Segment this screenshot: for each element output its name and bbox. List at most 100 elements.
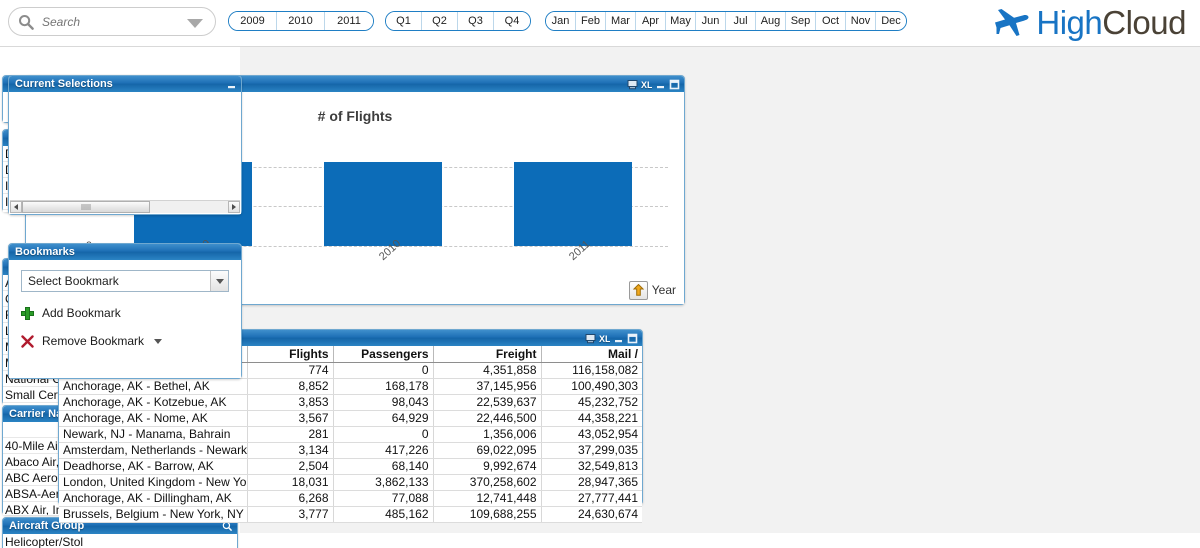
table-cell[interactable]: 109,688,255 xyxy=(433,506,542,523)
month-option-mar[interactable]: Mar xyxy=(606,12,636,30)
month-selector[interactable]: Jan Feb Mar Apr May Jun Jul Aug Sep Oct Nov Dec xyxy=(545,11,907,31)
table-cell[interactable]: 6,268 xyxy=(247,490,334,507)
table-row[interactable]: London, United Kingdom - New Yor... 18,03… xyxy=(59,474,642,491)
export-to-excel-icon[interactable]: XL xyxy=(641,79,652,90)
table-cell[interactable]: 370,258,602 xyxy=(433,474,542,491)
minimize-icon[interactable] xyxy=(226,79,237,90)
table-cell[interactable]: Anchorage, AK - Kotzebue, AK xyxy=(59,394,248,411)
chart-bar[interactable] xyxy=(514,161,632,246)
scroll-right-button[interactable] xyxy=(228,201,240,213)
chevron-down-icon[interactable] xyxy=(154,338,163,344)
month-option-jan[interactable]: Jan xyxy=(546,12,576,30)
table-cell[interactable]: 44,358,221 xyxy=(541,410,642,427)
chart-bar[interactable] xyxy=(324,161,442,246)
table-cell[interactable]: 37,145,956 xyxy=(433,378,542,395)
table-row[interactable]: Amsterdam, Netherlands - Newark,... 3,134… xyxy=(59,442,642,459)
table-cell[interactable]: Newark, NJ - Manama, Bahrain xyxy=(59,426,248,443)
maximize-icon[interactable] xyxy=(627,333,638,344)
table-cell[interactable]: 281 xyxy=(247,426,334,443)
table-cell[interactable]: Amsterdam, Netherlands - Newark,... xyxy=(59,442,248,459)
table-cell[interactable]: 43,052,954 xyxy=(541,426,642,443)
quarter-option-q2[interactable]: Q2 xyxy=(422,12,458,30)
global-search-box[interactable] xyxy=(8,7,216,36)
month-option-may[interactable]: May xyxy=(666,12,696,30)
drill-up-control[interactable]: Year xyxy=(628,280,676,300)
table-cell[interactable]: 3,853 xyxy=(247,394,334,411)
table-cell[interactable]: 0 xyxy=(333,362,434,379)
table-cell[interactable]: London, United Kingdom - New Yor... xyxy=(59,474,248,491)
table-cell[interactable]: 22,446,500 xyxy=(433,410,542,427)
table-cell[interactable]: 3,134 xyxy=(247,442,334,459)
table-cell[interactable]: 64,929 xyxy=(333,410,434,427)
table-cell[interactable]: 32,549,813 xyxy=(541,458,642,475)
month-option-feb[interactable]: Feb xyxy=(576,12,606,30)
quarter-option-q3[interactable]: Q3 xyxy=(458,12,494,30)
table-cell[interactable]: 68,140 xyxy=(333,458,434,475)
month-option-dec[interactable]: Dec xyxy=(876,12,906,30)
table-column-header[interactable]: Passengers xyxy=(333,346,434,363)
month-option-oct[interactable]: Oct xyxy=(816,12,846,30)
table-cell[interactable]: 485,162 xyxy=(333,506,434,523)
table-row[interactable]: Newark, NJ - Manama, Bahrain 281 0 1,356,00… xyxy=(59,426,642,443)
table-cell[interactable]: 1,356,006 xyxy=(433,426,542,443)
table-cell[interactable]: Deadhorse, AK - Barrow, AK xyxy=(59,458,248,475)
table-cell[interactable]: Anchorage, AK - Bethel, AK xyxy=(59,378,248,395)
table-column-header[interactable]: Freight xyxy=(433,346,542,363)
table-cell[interactable]: 0 xyxy=(333,426,434,443)
quarter-option-q1[interactable]: Q1 xyxy=(386,12,422,30)
table-cell[interactable]: Brussels, Belgium - New York, NY xyxy=(59,506,248,523)
report-icon[interactable] xyxy=(627,79,638,90)
year-option-2011[interactable]: 2011 xyxy=(325,12,373,30)
table-body[interactable]: Newark, NJ - Liege, Belgium77404,351,858… xyxy=(59,362,642,523)
table-cell[interactable]: 774 xyxy=(247,362,334,379)
table-cell[interactable]: 168,178 xyxy=(333,378,434,395)
maximize-icon[interactable] xyxy=(669,79,680,90)
table-cell[interactable]: 28,947,365 xyxy=(541,474,642,491)
table-cell[interactable]: 18,031 xyxy=(247,474,334,491)
year-option-2010[interactable]: 2010 xyxy=(277,12,325,30)
select-bookmark-dropdown[interactable]: Select Bookmark xyxy=(21,270,229,292)
chevron-down-icon[interactable] xyxy=(210,271,228,291)
month-option-jul[interactable]: Jul xyxy=(726,12,756,30)
scroll-track[interactable] xyxy=(22,201,228,213)
table-row[interactable]: Anchorage, AK - Kotzebue, AK 3,853 98,043 2… xyxy=(59,394,642,411)
aircraft-group-list[interactable]: Helicopter/StolJet, 2-EngineJet, 3-Engin… xyxy=(3,534,226,548)
table-cell[interactable]: 98,043 xyxy=(333,394,434,411)
scroll-left-button[interactable] xyxy=(10,201,22,213)
quarter-selector[interactable]: Q1 Q2 Q3 Q4 xyxy=(385,11,531,31)
month-option-apr[interactable]: Apr xyxy=(636,12,666,30)
table-row[interactable]: Brussels, Belgium - New York, NY 3,777 485… xyxy=(59,506,642,523)
minimize-icon[interactable] xyxy=(613,333,624,344)
table-cell[interactable]: 3,777 xyxy=(247,506,334,523)
table-cell[interactable]: Anchorage, AK - Nome, AK xyxy=(59,410,248,427)
month-option-jun[interactable]: Jun xyxy=(696,12,726,30)
table-cell[interactable]: 100,490,303 xyxy=(541,378,642,395)
month-option-nov[interactable]: Nov xyxy=(846,12,876,30)
table-row[interactable]: Anchorage, AK - Dillingham, AK 6,268 77,08… xyxy=(59,490,642,507)
table-cell[interactable]: 3,862,133 xyxy=(333,474,434,491)
remove-bookmark-button[interactable]: Remove Bookmark xyxy=(21,334,229,348)
scroll-thumb[interactable] xyxy=(22,201,150,213)
table-cell[interactable]: 69,022,095 xyxy=(433,442,542,459)
table-cell[interactable]: 12,741,448 xyxy=(433,490,542,507)
report-icon[interactable] xyxy=(585,333,596,344)
list-item[interactable]: Helicopter/Stol xyxy=(3,534,226,548)
table-column-header[interactable]: Mail / xyxy=(541,346,642,363)
table-row[interactable]: Deadhorse, AK - Barrow, AK 2,504 68,140 9,9… xyxy=(59,458,642,475)
export-to-excel-icon[interactable]: XL xyxy=(599,333,610,344)
table-row[interactable]: Anchorage, AK - Nome, AK 3,567 64,929 22,44… xyxy=(59,410,642,427)
add-bookmark-button[interactable]: Add Bookmark xyxy=(21,306,229,320)
table-cell[interactable]: 22,539,637 xyxy=(433,394,542,411)
chevron-down-icon[interactable] xyxy=(187,19,203,28)
arrow-up-icon[interactable] xyxy=(628,280,648,300)
table-cell[interactable]: 3,567 xyxy=(247,410,334,427)
year-option-2009[interactable]: 2009 xyxy=(229,12,277,30)
quarter-option-q4[interactable]: Q4 xyxy=(494,12,530,30)
table-cell[interactable]: 77,088 xyxy=(333,490,434,507)
table-cell[interactable]: 45,232,752 xyxy=(541,394,642,411)
table-row[interactable]: Anchorage, AK - Bethel, AK 8,852 168,178 37… xyxy=(59,378,642,395)
table-cell[interactable]: 27,777,441 xyxy=(541,490,642,507)
table-cell[interactable]: 24,630,674 xyxy=(541,506,642,523)
table-cell[interactable]: 4,351,858 xyxy=(433,362,542,379)
current-selections-hscrollbar[interactable] xyxy=(10,200,240,213)
